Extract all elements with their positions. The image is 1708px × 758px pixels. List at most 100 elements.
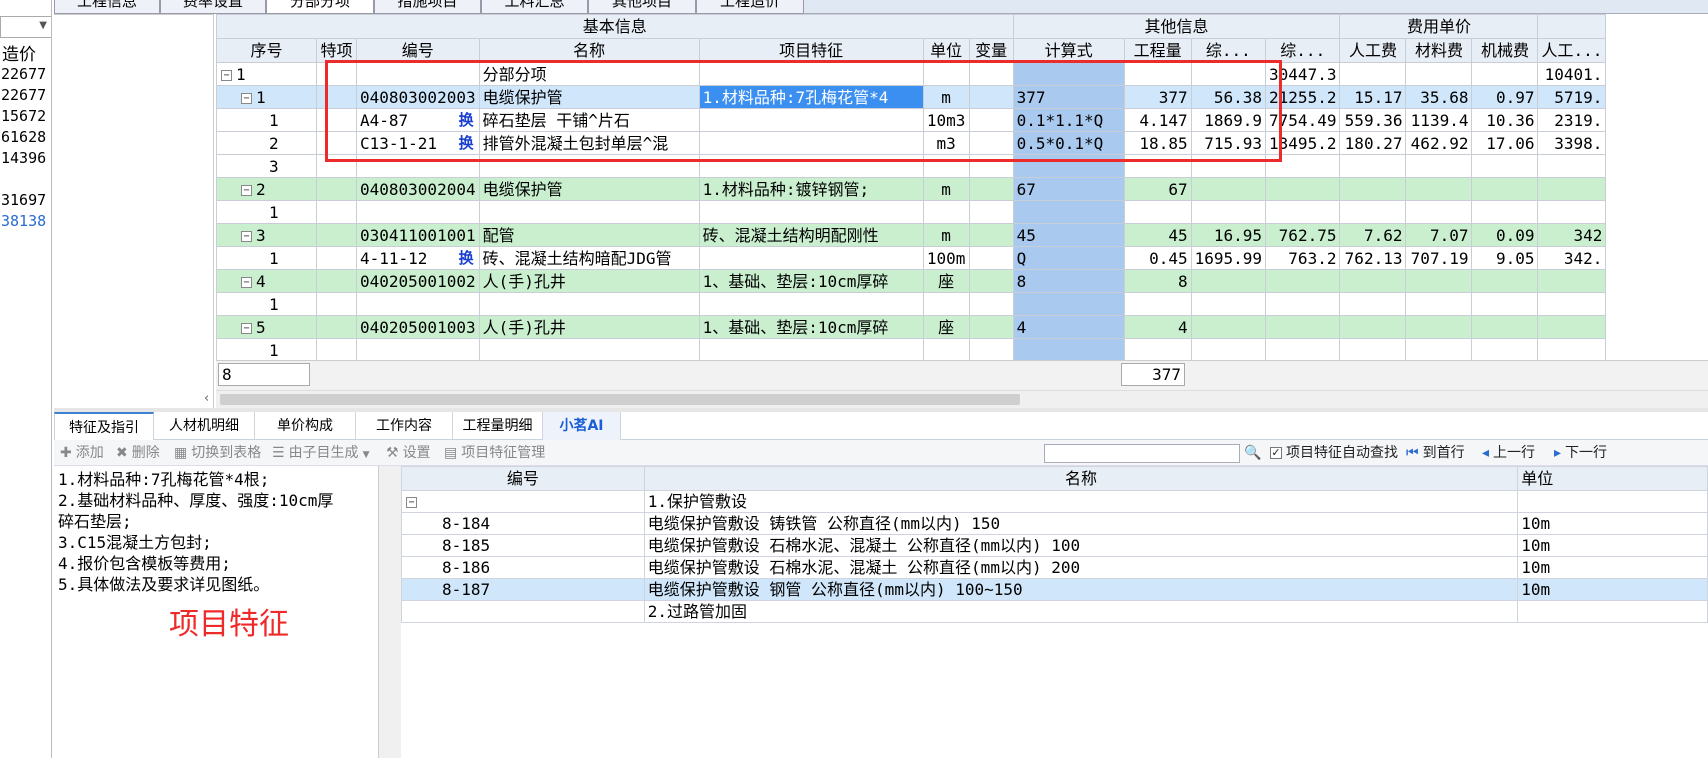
code-cell[interactable]: 换 A4-87 <box>356 108 480 132</box>
formula-cell[interactable] <box>1012 62 1125 86</box>
machine-cell[interactable] <box>1471 338 1539 362</box>
unit-cell[interactable]: m <box>922 223 970 247</box>
labor2-cell[interactable] <box>1537 292 1607 316</box>
table-row[interactable]: −2 040803002004 电缆保护管 1.材料品种:镀锌钢管; m 67 67 <box>216 177 1607 201</box>
labor2-cell[interactable]: 342 <box>1537 223 1607 247</box>
labor-cell[interactable] <box>1339 62 1407 86</box>
var-cell[interactable] <box>968 269 1014 293</box>
machine-cell[interactable] <box>1471 292 1539 316</box>
name-cell[interactable]: 人(手)孔井 <box>478 315 700 339</box>
collapse-icon[interactable]: − <box>241 276 252 288</box>
c2-cell[interactable] <box>1265 154 1341 178</box>
material-cell[interactable]: 35.68 <box>1405 85 1473 109</box>
c2-cell[interactable]: 30447.3 <box>1265 62 1341 86</box>
var-cell[interactable] <box>968 223 1014 247</box>
formula-cell[interactable] <box>1012 200 1125 224</box>
search-icon[interactable]: 🔍 <box>1244 440 1261 466</box>
special-cell[interactable] <box>316 108 357 132</box>
guide-unit-cell[interactable]: 10m <box>1517 556 1708 579</box>
feature-cell[interactable]: 1、基础、垫层:10cm厚碎 <box>698 269 924 293</box>
column-header[interactable]: 特项 <box>316 38 357 63</box>
special-cell[interactable] <box>316 200 357 224</box>
labor2-cell[interactable] <box>1537 154 1607 178</box>
labor-cell[interactable] <box>1339 315 1407 339</box>
guide-unit-cell[interactable]: 10m <box>1517 512 1708 535</box>
var-cell[interactable] <box>968 85 1014 109</box>
machine-cell[interactable]: 0.97 <box>1471 85 1539 109</box>
feature-cell[interactable] <box>698 200 924 224</box>
tab-2[interactable]: 费率设置 <box>160 0 266 14</box>
name-cell[interactable]: 配管 <box>478 223 700 247</box>
column-header[interactable]: 项目特征 <box>698 38 924 63</box>
guide-column-header[interactable]: 编号 <box>401 466 645 491</box>
feature-cell[interactable] <box>698 62 924 86</box>
unit-cell[interactable] <box>922 62 970 86</box>
bottom-tab-2[interactable]: 人材机明细 <box>154 412 255 440</box>
guide-row[interactable]: 8-187 电缆保护管敷设 钢管 公称直径(mm以内) 100~150 10m <box>401 578 1708 601</box>
c1-cell[interactable] <box>1190 62 1267 86</box>
var-cell[interactable] <box>968 62 1014 86</box>
guide-name-cell[interactable]: 电缆保护管敷设 石棉水泥、混凝土 公称直径(mm以内) 100 <box>643 534 1519 557</box>
formula-cell[interactable]: 8 <box>1012 269 1125 293</box>
name-cell[interactable]: 碎石垫层 干铺^片石 <box>478 108 700 132</box>
guide-unit-cell[interactable] <box>1517 600 1708 623</box>
feature-cell[interactable]: 砖、混凝土结构明配刚性 <box>698 223 924 247</box>
formula-cell[interactable]: 4 <box>1012 315 1125 339</box>
special-cell[interactable] <box>316 315 357 339</box>
feature-cell[interactable] <box>698 131 924 155</box>
code-cell[interactable]: 换 C13-1-21 <box>356 131 480 155</box>
special-cell[interactable] <box>316 223 357 247</box>
column-header[interactable]: 计算式 <box>1012 38 1125 63</box>
table-row[interactable]: −4 040205001002 人(手)孔井 1、基础、垫层:10cm厚碎 座 8 8 <box>216 269 1607 293</box>
feature-cell[interactable] <box>698 246 924 270</box>
labor-cell[interactable]: 7.62 <box>1339 223 1407 247</box>
guide-unit-cell[interactable]: 10m <box>1517 578 1708 601</box>
qty-cell[interactable]: 0.45 <box>1123 246 1192 270</box>
special-cell[interactable] <box>316 62 357 86</box>
material-cell[interactable] <box>1405 292 1473 316</box>
c2-cell[interactable] <box>1265 269 1341 293</box>
seq-cell[interactable]: −2 <box>216 177 317 201</box>
division-tree[interactable] <box>54 14 214 442</box>
collapse-icon[interactable]: − <box>406 496 417 508</box>
name-cell[interactable]: 砖、混凝土结构暗配JDG管 <box>478 246 700 270</box>
labor2-cell[interactable] <box>1537 269 1607 293</box>
qty-input[interactable]: 377 <box>1121 363 1185 386</box>
left-panel-combo[interactable]: ▼ <box>0 16 51 38</box>
c1-cell[interactable] <box>1190 292 1267 316</box>
var-cell[interactable] <box>968 108 1014 132</box>
feature-cell[interactable]: 1.材料品种:7孔梅花管*4 <box>698 85 924 109</box>
var-cell[interactable] <box>968 338 1014 362</box>
code-cell[interactable] <box>356 62 480 86</box>
column-header[interactable]: 综... <box>1190 38 1267 63</box>
collapse-icon[interactable]: − <box>241 230 252 242</box>
feature-cell[interactable] <box>698 338 924 362</box>
seq-cell[interactable]: −1 <box>216 62 317 86</box>
guide-unit-cell[interactable]: 10m <box>1517 534 1708 557</box>
bottom-tab-5[interactable]: 工程量明细 <box>453 412 543 440</box>
var-cell[interactable] <box>968 292 1014 316</box>
seq-cell[interactable]: 1 <box>216 108 317 132</box>
material-cell[interactable] <box>1405 315 1473 339</box>
collapse-icon[interactable]: − <box>241 322 252 334</box>
machine-cell[interactable] <box>1471 62 1539 86</box>
switch-table-button[interactable]: ▦ 切换到表格 <box>174 440 261 466</box>
guide-name-cell[interactable]: 电缆保护管敷设 钢管 公称直径(mm以内) 100~150 <box>643 578 1519 601</box>
c2-cell[interactable] <box>1265 315 1341 339</box>
labor2-cell[interactable]: 2319. <box>1537 108 1607 132</box>
qty-cell[interactable]: 67 <box>1123 177 1192 201</box>
machine-cell[interactable] <box>1471 177 1539 201</box>
guide-row[interactable]: − 1.保护管敷设 <box>401 490 1708 513</box>
special-cell[interactable] <box>316 292 357 316</box>
guide-name-cell[interactable]: 1.保护管敷设 <box>643 490 1519 513</box>
material-cell[interactable] <box>1405 200 1473 224</box>
var-cell[interactable] <box>968 315 1014 339</box>
guide-column-header[interactable]: 名称 <box>643 466 1519 491</box>
machine-cell[interactable]: 0.09 <box>1471 223 1539 247</box>
material-cell[interactable] <box>1405 269 1473 293</box>
guide-code-cell[interactable]: 8-187 <box>401 578 645 601</box>
feature-cell[interactable] <box>698 108 924 132</box>
material-cell[interactable]: 7.07 <box>1405 223 1473 247</box>
tab-3[interactable]: 分部分项 <box>266 0 374 14</box>
labor-cell[interactable]: 559.36 <box>1339 108 1407 132</box>
